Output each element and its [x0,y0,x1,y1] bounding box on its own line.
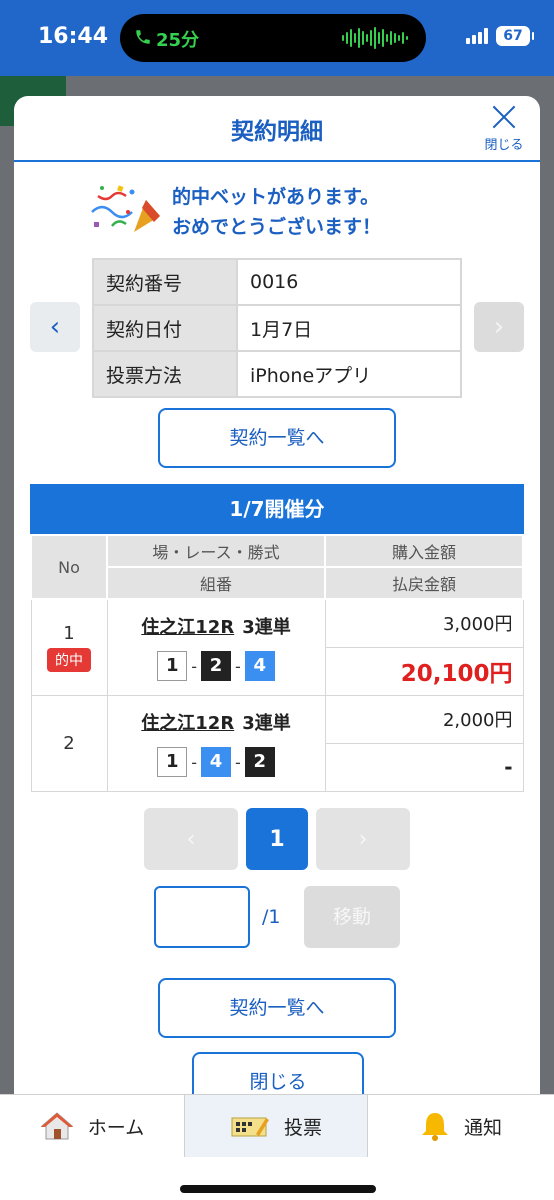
bet-row: 2 住之江12R 3連単 1 - 4 - 2 2,000円 [30,694,524,792]
congrats-banner: 的中ベットがあります。 おめでとうございます！ [88,180,468,244]
boat-number: 1 [157,651,188,682]
congrats-line-2: おめでとうございます！ [172,216,382,238]
info-key: 投票方法 [92,350,238,398]
page-prev-button[interactable]: ‹ [144,808,238,870]
boat-number: 4 [244,651,275,682]
close-x-button[interactable]: 閉じる [482,104,526,153]
audio-wave-icon [342,26,408,50]
info-key: 契約番号 [92,258,238,306]
col-combo: 組番 [106,566,326,600]
call-duration: 25分 [156,30,200,51]
congrats-line-1: 的中ベットがあります。 [172,186,380,208]
page-total: /1 [262,906,281,928]
race-link[interactable]: 住之江12R [141,613,234,639]
day-header: 1/7開催分 [30,484,524,534]
combination: 1 - 2 - 4 [108,651,325,682]
signal-icon [466,28,488,44]
bet-no: 1 [63,622,75,644]
payout-amount: 20,100円 [400,661,513,687]
party-popper-icon [91,185,160,232]
phone-icon [134,28,152,51]
payout-amount-cell: 20,100円 [324,646,524,696]
status-bar: 16:44 25分 67 [0,0,554,76]
combination: 1 - 4 - 2 [108,747,325,777]
bets-header-row: No 場・レース・勝式 購入金額 [30,534,524,600]
bets-table: No 場・レース・勝式 購入金額 組番 払戻金額 1 的中 住之江12R 3連単 … [30,534,524,792]
chevron-left-icon: ‹ [186,826,196,852]
close-button[interactable]: 閉じる [192,1052,364,1096]
chevron-right-icon: › [358,826,368,852]
page-jump-input[interactable] [154,886,250,948]
contract-number: 0016 [236,258,462,306]
boat-number: 4 [201,747,231,777]
modal-header: 契約明細 閉じる [14,96,540,162]
ticket-icon [231,1117,269,1137]
contract-list-button-top[interactable]: 契約一覧へ [158,408,396,468]
tab-home[interactable]: ホーム [0,1095,184,1157]
contract-info-table: 契約番号 0016 契約日付 1月7日 投票方法 iPhoneアプリ [92,258,462,398]
col-purchase: 購入金額 [324,534,524,568]
close-icon [491,104,517,130]
col-payout: 払戻金額 [324,566,524,600]
hit-badge: 的中 [47,647,91,672]
info-row: 契約日付 1月7日 [92,304,462,352]
battery-icon: 67 [496,26,534,46]
col-no: No [30,534,108,600]
info-row: 投票方法 iPhoneアプリ [92,350,462,398]
bet-no: 2 [63,732,75,754]
contract-list-button-bottom[interactable]: 契約一覧へ [158,978,396,1038]
home-icon [40,1112,74,1140]
bet-race-cell: 住之江12R 3連単 1 - 2 - 4 [106,598,326,696]
race-link[interactable]: 住之江12R [141,709,234,735]
bet-row: 1 的中 住之江12R 3連単 1 - 2 - 4 3,000円 [30,598,524,696]
next-contract-button[interactable]: › [474,302,524,352]
tab-label: 投票 [283,1116,322,1139]
chevron-left-icon: ‹ [49,312,61,342]
purchase-amount: 3,000円 [324,598,524,648]
modal-title: 契約明細 [231,119,323,145]
page-number-button[interactable]: 1 [246,808,308,870]
info-row: 契約番号 0016 [92,258,462,306]
bet-no-cell: 2 [30,694,108,792]
call-indicator: 25分 [134,26,199,52]
bet-type: 3連単 [242,713,291,734]
close-x-label: 閉じる [484,138,524,153]
status-indicators: 67 [466,26,534,46]
tab-vote[interactable]: 投票 [184,1095,368,1157]
status-time: 16:44 [38,24,109,49]
bet-race-cell: 住之江12R 3連単 1 - 4 - 2 [106,694,326,792]
chevron-right-icon: › [493,312,505,342]
contract-date: 1月7日 [236,304,462,352]
boat-number: 1 [157,747,188,777]
move-button[interactable]: 移動 [304,886,400,948]
prev-contract-button[interactable]: ‹ [30,302,80,352]
contract-detail-modal: 契約明細 閉じる 的中ベットがあります。 おめでとうございます！ ‹ › 契約番… [14,96,540,1096]
info-key: 契約日付 [92,304,238,352]
tab-label: ホーム [87,1116,145,1139]
vote-method: iPhoneアプリ [236,350,462,398]
tab-notify[interactable]: 通知 [368,1095,554,1157]
dynamic-island[interactable]: 25分 [120,14,426,62]
boat-number: 2 [201,651,231,682]
bell-icon [421,1113,448,1141]
purchase-amount: 2,000円 [324,694,524,744]
payout-amount: - [504,755,513,779]
congrats-message: 的中ベットがあります。 おめでとうございます！ [172,182,381,242]
tab-label: 通知 [463,1116,502,1139]
payout-amount-cell: - [324,742,524,792]
boat-number: 2 [244,747,275,777]
bet-type: 3連単 [242,617,291,639]
bet-no-cell: 1 的中 [30,598,108,696]
col-race: 場・レース・勝式 [106,534,326,568]
page-next-button[interactable]: › [316,808,410,870]
tab-bar: ホーム 投票 通知 [0,1094,554,1200]
home-indicator [180,1185,376,1193]
